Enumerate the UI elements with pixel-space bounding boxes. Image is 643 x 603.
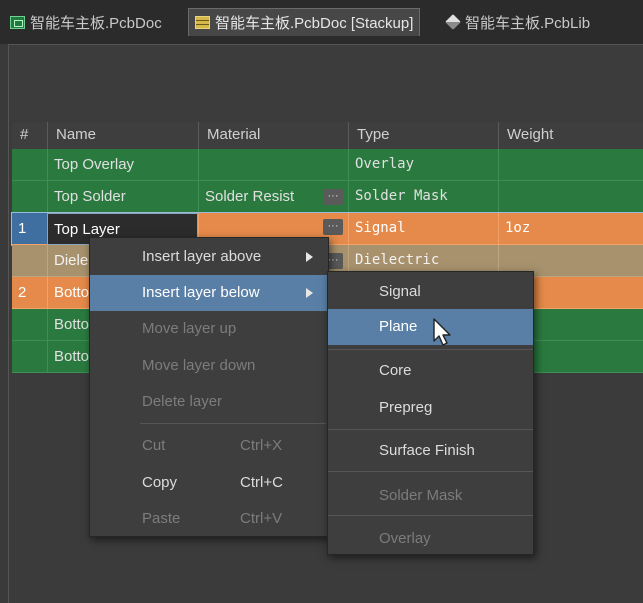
layer-type-cell[interactable]: Signal [348, 213, 498, 245]
layer-number-cell [12, 341, 47, 373]
layer-weight-cell[interactable] [498, 181, 643, 213]
menu-item-label: Move layer up [142, 320, 237, 337]
menu-item-label: Solder Mask [379, 487, 463, 504]
menu-item-insert-layer-above[interactable]: Insert layer above [90, 239, 328, 275]
submenu-item-prepreg[interactable]: Prepreg [328, 390, 533, 426]
layer-number-cell: 1 [12, 213, 47, 245]
menu-item-label: Cut [142, 437, 166, 454]
layer-material-cell[interactable]: Solder Resist ··· [198, 181, 348, 213]
menu-separator [328, 471, 533, 472]
layer-number-cell [12, 149, 47, 181]
column-header-material[interactable]: Material [198, 122, 348, 149]
menu-separator [328, 515, 533, 516]
menu-item-insert-layer-below[interactable]: Insert layer below [90, 275, 328, 311]
menu-item-label: Insert layer below [142, 284, 260, 301]
layer-number-cell [12, 181, 47, 213]
column-header-number[interactable]: # [12, 122, 47, 149]
stackup-toolbar-area [8, 44, 643, 120]
layer-material-cell[interactable] [198, 149, 348, 181]
menu-item-label: Prepreg [379, 399, 433, 416]
column-header-type[interactable]: Type [348, 122, 498, 149]
menu-item-copy[interactable]: Copy Ctrl+C [90, 465, 328, 501]
pcb-lib-icon [445, 14, 461, 30]
material-browse-button[interactable]: ··· [323, 189, 343, 205]
column-header-name[interactable]: Name [47, 122, 198, 149]
menu-separator [328, 349, 533, 350]
table-row[interactable]: Top Solder Solder Resist ··· Solder Mask [12, 181, 643, 213]
menu-item-label: Signal [379, 283, 421, 300]
menu-item-paste[interactable]: Paste Ctrl+V [90, 501, 328, 537]
menu-item-delete-layer[interactable]: Delete layer [90, 384, 328, 420]
layer-type-cell[interactable]: Solder Mask [348, 181, 498, 213]
submenu-arrow-icon [306, 252, 313, 262]
layer-number-cell: 2 [12, 277, 47, 309]
submenu-arrow-icon [306, 288, 313, 298]
submenu-item-solder-mask[interactable]: Solder Mask [328, 478, 533, 514]
menu-item-label: Core [379, 362, 412, 379]
menu-separator [328, 429, 533, 430]
tab-label: 智能车主板.PcbDoc [Stackup] [215, 15, 414, 32]
context-menu: Insert layer above Insert layer below Mo… [89, 237, 329, 537]
tab-label: 智能车主板.PcbLib [465, 14, 591, 32]
menu-item-label: Overlay [379, 530, 431, 547]
submenu-item-surface-finish[interactable]: Surface Finish [328, 433, 533, 469]
submenu-item-plane[interactable]: Plane [328, 309, 533, 345]
tab-label: 智能车主板.PcbDoc [30, 14, 162, 32]
mouse-cursor-icon [433, 318, 451, 346]
column-header-weight[interactable]: Weight [498, 122, 643, 149]
layer-number-cell [12, 245, 47, 277]
pcb-doc-icon [10, 15, 25, 29]
menu-item-shortcut: Ctrl+V [240, 510, 283, 527]
submenu-item-signal[interactable]: Signal [328, 274, 533, 310]
menu-item-cut[interactable]: Cut Ctrl+X [90, 428, 328, 464]
layer-name-cell[interactable]: Top Solder [47, 181, 198, 213]
layer-weight-cell[interactable]: 1oz [498, 213, 643, 245]
submenu-item-overlay[interactable]: Overlay [328, 521, 533, 557]
menu-item-label: Plane [379, 318, 418, 335]
menu-item-move-layer-up[interactable]: Move layer up [90, 311, 328, 347]
submenu-item-core[interactable]: Core [328, 353, 533, 389]
menu-separator [140, 423, 326, 424]
menu-item-label: Move layer down [142, 357, 256, 374]
material-value: Solder Resist [205, 188, 295, 205]
tab-pcb-stackup[interactable]: 智能车主板.PcbDoc [Stackup] [188, 8, 421, 36]
layer-type-cell[interactable]: Overlay [348, 149, 498, 181]
table-header: # Name Material Type Weight [12, 122, 643, 149]
menu-item-label: Paste [142, 510, 181, 527]
layer-name-cell[interactable]: Top Overlay [47, 149, 198, 181]
material-browse-button[interactable]: ··· [323, 219, 343, 235]
stackup-icon [195, 16, 210, 29]
menu-item-label: Copy [142, 474, 178, 491]
layer-weight-cell[interactable] [498, 149, 643, 181]
menu-item-shortcut: Ctrl+C [240, 474, 283, 491]
menu-item-label: Delete layer [142, 393, 223, 410]
insert-layer-submenu: Signal Plane Core Prepreg Surface Finish… [327, 271, 534, 555]
menu-item-move-layer-down[interactable]: Move layer down [90, 348, 328, 384]
tab-pcb-doc[interactable]: 智能车主板.PcbDoc [4, 8, 168, 36]
menu-item-label: Insert layer above [142, 248, 262, 265]
layer-number-cell [12, 309, 47, 341]
menu-item-label: Surface Finish [379, 442, 475, 459]
tab-pcb-lib[interactable]: 智能车主板.PcbLib [440, 8, 596, 36]
table-row[interactable]: Top Overlay Overlay [12, 149, 643, 181]
menu-item-shortcut: Ctrl+X [240, 437, 283, 454]
document-tab-bar: 智能车主板.PcbDoc 智能车主板.PcbDoc [Stackup] 智能车主… [0, 0, 643, 44]
